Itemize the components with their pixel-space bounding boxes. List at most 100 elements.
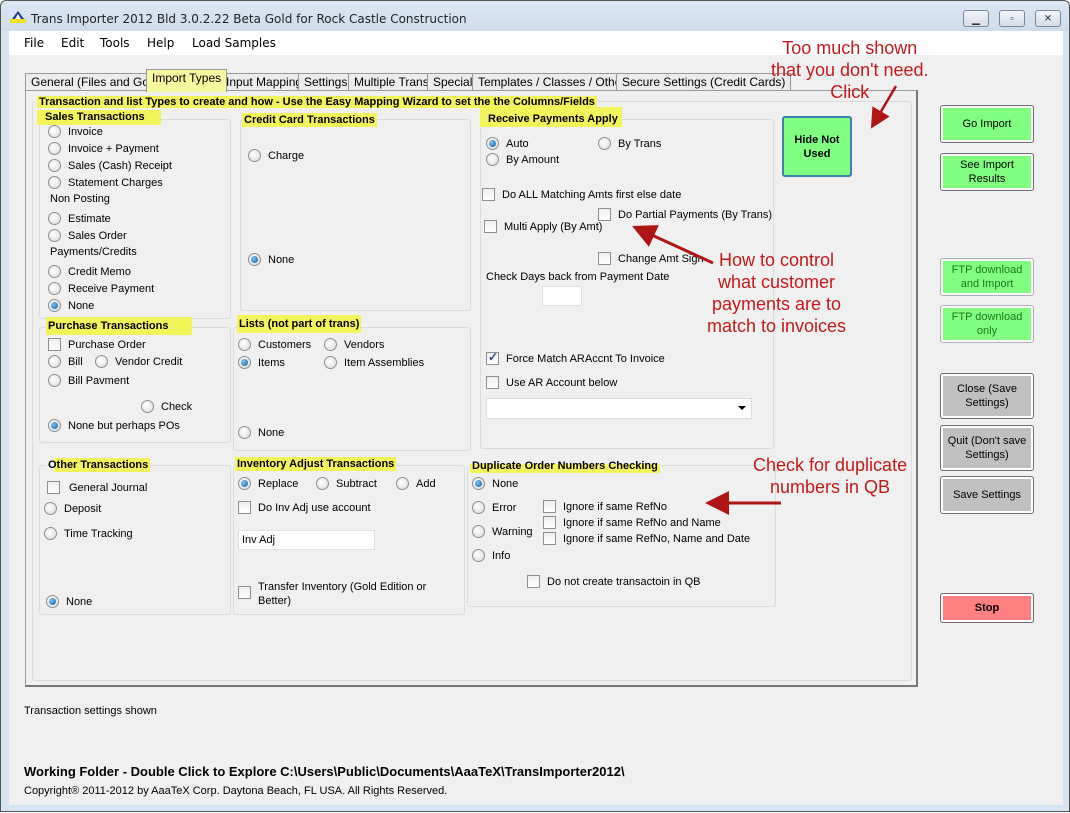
tab-settings[interactable]: Settings [298,73,354,91]
tab-general[interactable]: General (Files and Go) [25,73,160,91]
radio-estimate[interactable]: Estimate [48,212,111,225]
check-do-inv-adj[interactable]: Do Inv Adj use account [238,501,371,514]
radio-by-trans[interactable]: By Trans [598,137,661,150]
menu-edit[interactable]: Edit [61,36,84,50]
radio-credit-card-none[interactable]: None [248,253,294,266]
save-settings-button[interactable]: Save Settings [940,476,1034,514]
see-import-results-button[interactable]: See Import Results [940,153,1034,191]
maximize-button[interactable]: ▫ [999,10,1025,27]
tab-templates[interactable]: Templates / Classes / Other [472,73,632,91]
working-folder-link[interactable]: Working Folder - Double Click to Explore… [24,764,625,779]
radio-auto[interactable]: Auto [486,137,529,150]
radio-circle [598,137,611,150]
radio-circle [472,525,485,538]
checkbox [47,481,60,494]
check-purchase-order[interactable]: Purchase Order [48,338,146,351]
quit-button[interactable]: Quit (Don't save Settings) [940,425,1034,471]
check-change-amt-sign[interactable]: Change Amt Sign [598,252,704,265]
radio-subtract[interactable]: Subtract [316,477,377,490]
radio-replace[interactable]: Replace [238,477,298,490]
radio-dup-warning[interactable]: Warning [472,525,533,538]
radio-circle [48,159,61,172]
tab-multiple-trans[interactable]: Multiple Trans [348,73,435,91]
radio-circle [48,142,61,155]
radio-sales-receipt[interactable]: Sales (Cash) Receipt [48,159,172,172]
radio-circle [141,400,154,413]
window-title: Trans Importer 2012 Bld 3.0.2.22 Beta Go… [31,12,467,26]
radio-circle [95,355,108,368]
radio-by-amount[interactable]: By Amount [486,153,559,166]
ftp-download-only-button[interactable]: FTP download only [940,305,1034,343]
menu-load-samples[interactable]: Load Samples [192,36,276,50]
ftp-download-import-button[interactable]: FTP download and Import [940,258,1034,296]
radio-circle [48,212,61,225]
stop-button[interactable]: Stop [940,593,1034,623]
radio-sales-none[interactable]: None [48,299,94,312]
radio-statement-charges[interactable]: Statement Charges [48,176,163,189]
ar-account-dropdown[interactable] [486,398,752,419]
radio-time-tracking[interactable]: Time Tracking [44,527,133,540]
radio-dup-info[interactable]: Info [472,549,510,562]
radio-sales-order[interactable]: Sales Order [48,229,127,242]
check-transfer-inventory[interactable]: Transfer Inventory (Gold Edition or Bett… [238,580,438,608]
check-do-partial[interactable]: Do Partial Payments (By Trans) [598,208,772,221]
checkbox [543,516,556,529]
hide-not-used-button[interactable]: Hide Not Used [782,116,852,177]
radio-customers[interactable]: Customers [238,338,311,351]
radio-circle [324,356,337,369]
check-days-label: Check Days back from Payment Date [486,271,670,283]
radio-circle [48,374,61,387]
inv-adj-account-input[interactable] [238,530,375,550]
minimize-button[interactable]: ▁ [963,10,989,27]
lists-title: Lists (not part of trans) [237,315,362,333]
annotation-too-much: Too much shown that you don't need. Clic… [771,38,929,102]
radio-check[interactable]: Check [141,400,192,413]
radio-dup-none[interactable]: None [472,477,518,490]
tab-import-types[interactable]: Import Types [146,69,228,92]
check-force-match[interactable]: Force Match ARAccnt To Invoice [486,350,665,365]
menu-tools[interactable]: Tools [100,36,130,50]
radio-invoice[interactable]: Invoice [48,125,103,138]
check-ignore-refno[interactable]: Ignore if same RefNo [543,500,667,513]
radio-credit-memo[interactable]: Credit Memo [48,265,131,278]
radio-receive-payment[interactable]: Receive Payment [48,282,154,295]
check-days-input[interactable] [542,286,582,306]
minimize-icon: ▁ [972,14,980,26]
duplicate-checking-title: Duplicate Order Numbers Checking [470,459,660,473]
radio-circle [472,501,485,514]
check-do-all-matching[interactable]: Do ALL Matching Amts first else date [482,188,681,201]
radio-circle [396,477,409,490]
tab-special[interactable]: Special [427,73,479,91]
close-save-settings-button[interactable]: Close (Save Settings) [940,373,1034,419]
radio-items[interactable]: Items [238,356,285,369]
radio-bill[interactable]: Bill [48,355,83,368]
go-import-button[interactable]: Go Import [940,105,1034,143]
check-ignore-refno-name[interactable]: Ignore if same RefNo and Name [543,516,721,529]
close-window-button[interactable]: ✕ [1035,10,1061,27]
radio-vendor-credit[interactable]: Vendor Credit [95,355,182,368]
radio-deposit[interactable]: Deposit [44,502,101,515]
check-general-journal[interactable]: General Journal [47,481,147,494]
radio-lists-none[interactable]: None [238,426,284,439]
credit-card-group [240,119,471,311]
tab-input-mapping[interactable]: Input Mapping [220,73,309,91]
check-multi-apply[interactable]: Multi Apply (By Amt) [484,220,602,233]
receive-payments-title: Receive Payments Apply [480,107,622,127]
radio-dup-error[interactable]: Error [472,501,516,514]
radio-item-assemblies[interactable]: Item Assemblies [324,356,424,369]
radio-bill-payment[interactable]: Bill Pavment [48,374,129,387]
radio-add[interactable]: Add [396,477,436,490]
radio-circle [48,229,61,242]
import-types-panel: Transaction and list Types to create and… [25,90,918,687]
menu-file[interactable]: File [24,36,44,50]
tab-secure-settings[interactable]: Secure Settings (Credit Cards) [616,73,792,91]
menu-help[interactable]: Help [147,36,174,50]
check-do-not-create[interactable]: Do not create transactoin in QB [527,575,700,588]
radio-other-none[interactable]: None [46,595,92,608]
radio-charge[interactable]: Charge [248,149,304,162]
check-use-ar-account[interactable]: Use AR Account below [486,376,617,389]
radio-vendors[interactable]: Vendors [324,338,384,351]
radio-invoice-payment[interactable]: Invoice + Payment [48,142,159,155]
check-ignore-refno-name-date[interactable]: Ignore if same RefNo, Name and Date [543,532,750,545]
radio-purchase-none[interactable]: None but perhaps POs [48,419,180,432]
